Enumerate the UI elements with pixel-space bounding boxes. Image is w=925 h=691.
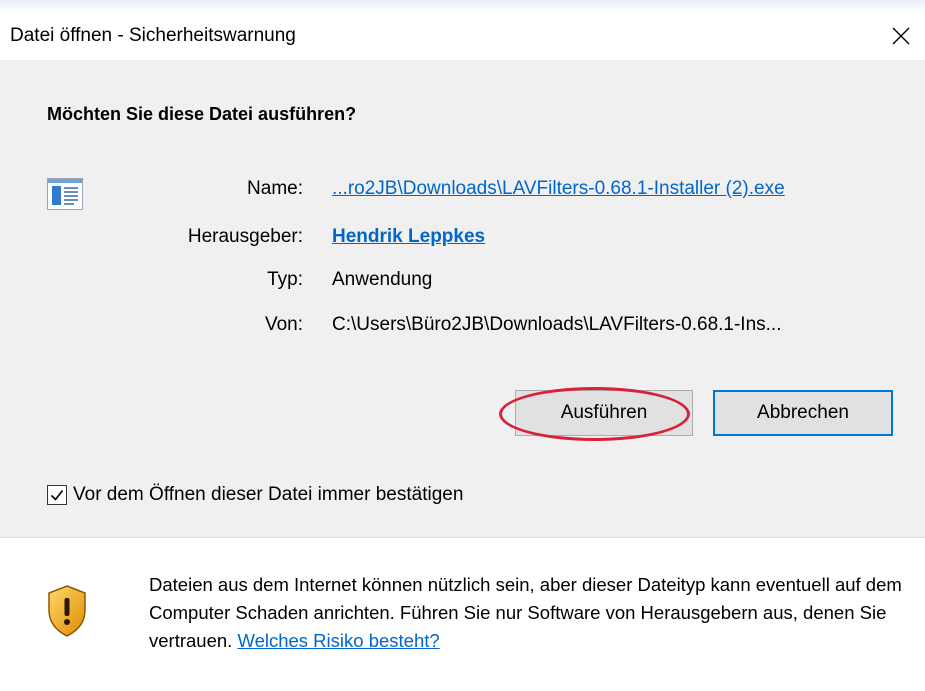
run-question: Möchten Sie diese Datei ausführen? <box>47 104 357 124</box>
close-icon <box>892 27 910 45</box>
window-title: Datei öffnen - Sicherheitswarnung <box>10 25 296 46</box>
file-name-row: Name: ...ro2JB\Downloads\LAVFilters-0.68… <box>0 178 925 204</box>
source-label: Von: <box>264 314 303 335</box>
close-button[interactable] <box>883 18 919 54</box>
always-confirm-checkbox-row[interactable]: Vor dem Öffnen dieser Datei immer bestät… <box>47 482 463 508</box>
checkmark-icon <box>50 490 64 501</box>
publisher-row: Herausgeber: Hendrik Leppkes <box>0 226 925 252</box>
security-warning-dialog: Datei öffnen - Sicherheitswarnung Möchte… <box>0 0 925 691</box>
source-value: C:\Users\Büro2JB\Downloads\LAVFilters-0.… <box>332 314 782 335</box>
cancel-button[interactable]: Abbrechen <box>713 390 893 436</box>
run-button[interactable]: Ausführen <box>515 390 693 436</box>
type-label: Typ: <box>267 269 303 290</box>
file-name-link[interactable]: ...ro2JB\Downloads\LAVFilters-0.68.1-Ins… <box>332 178 785 200</box>
shield-warning-icon <box>48 585 86 637</box>
file-name-label: Name: <box>247 178 303 199</box>
always-confirm-label: Vor dem Öffnen dieser Datei immer bestät… <box>73 484 464 505</box>
type-value: Anwendung <box>332 269 433 290</box>
always-confirm-checkbox[interactable] <box>47 485 67 505</box>
publisher-label: Herausgeber: <box>187 226 303 247</box>
dialog-body: Möchten Sie diese Datei ausführen? Name:… <box>0 60 925 537</box>
risk-info-link[interactable]: Welches Risiko besteht? <box>237 630 439 651</box>
source-row: Von: C:\Users\Büro2JB\Downloads\LAVFilte… <box>0 314 925 340</box>
publisher-link[interactable]: Hendrik Leppkes <box>332 226 485 248</box>
type-row: Typ: Anwendung <box>0 269 925 295</box>
warning-message: Dateien aus dem Internet können nützlich… <box>149 571 919 655</box>
title-bar: Datei öffnen - Sicherheitswarnung <box>0 12 925 60</box>
warning-footer: Dateien aus dem Internet können nützlich… <box>0 538 925 691</box>
